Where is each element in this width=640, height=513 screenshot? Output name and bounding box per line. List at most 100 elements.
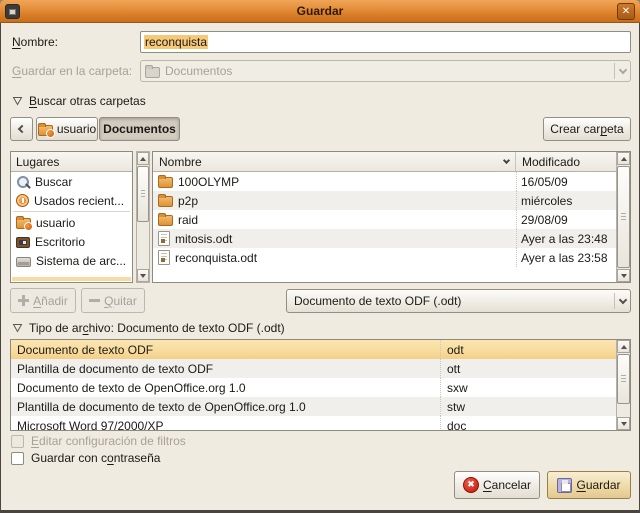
filetype-row[interactable]: Plantilla de documento de texto ODF ott <box>11 359 616 378</box>
filetype-row-selected[interactable]: Documento de texto ODF odt <box>11 340 616 359</box>
place-label: Buscar <box>35 175 72 189</box>
file-list-header: Nombre Modificado <box>153 152 616 172</box>
dialog-content: Nombre: reconquista Guardar en la carpet… <box>1 23 639 510</box>
save-dialog: Guardar ✕ Nombre: reconquista Guardar en… <box>0 0 640 513</box>
folder-icon <box>158 177 173 188</box>
file-row[interactable]: raid 29/08/09 <box>153 210 616 229</box>
file-row[interactable]: reconquista.odt Ayer a las 23:58 <box>153 248 616 267</box>
place-item-usuario[interactable]: usuario <box>11 213 132 232</box>
create-folder-button[interactable]: Crear carpeta <box>543 117 631 141</box>
file-modified: miércoles <box>516 191 616 210</box>
file-modified: Ayer a las 23:48 <box>516 229 616 248</box>
file-name: mitosis.odt <box>175 232 232 246</box>
remove-label: Quitar <box>104 294 137 308</box>
chevron-down-icon <box>619 65 627 73</box>
path-segment-label: Documentos <box>103 122 176 136</box>
window-menu-icon[interactable] <box>5 4 20 19</box>
file-row[interactable]: p2p miércoles <box>153 191 616 210</box>
search-icon <box>16 175 30 189</box>
file-row[interactable]: 100OLYMP 16/05/09 <box>153 172 616 191</box>
plus-icon <box>18 295 29 306</box>
close-icon[interactable]: ✕ <box>617 3 635 20</box>
filetype-row[interactable]: Plantilla de documento de texto de OpenO… <box>11 397 616 416</box>
column-header-nombre[interactable]: Nombre <box>153 152 516 171</box>
filetype-scrollbar[interactable] <box>616 340 630 430</box>
places-header[interactable]: Lugares <box>11 152 132 172</box>
scroll-down-icon[interactable] <box>617 269 630 282</box>
scroll-up-icon[interactable] <box>137 152 149 165</box>
cancel-button[interactable]: ✖ Cancelar <box>454 471 540 499</box>
folder-icon <box>158 215 173 226</box>
file-list-scrollbar-thumb[interactable] <box>617 166 630 268</box>
cancel-label: Cancelar <box>483 478 531 492</box>
browse-folders-expander[interactable]: Buscar otras carpetas <box>12 94 146 108</box>
filetype-ext: odt <box>440 340 616 359</box>
place-item-recientes[interactable]: Usados recient... <box>11 191 132 210</box>
save-in-folder-combo: Documentos <box>140 60 631 82</box>
file-modified: 29/08/09 <box>516 210 616 229</box>
filetype-row[interactable]: Microsoft Word 97/2000/XP doc <box>11 416 616 431</box>
combo-separator <box>614 293 615 309</box>
filetype-ext: ott <box>440 359 616 378</box>
folder-icon <box>158 196 173 207</box>
filetype-rows: Documento de texto ODF odt Plantilla de … <box>11 340 616 431</box>
place-label: Usados recient... <box>34 194 124 208</box>
chevron-down-icon <box>619 295 627 303</box>
file-name: 100OLYMP <box>178 175 239 189</box>
column-label: Nombre <box>159 155 202 169</box>
places-separator <box>13 211 130 212</box>
file-list-scrollbar[interactable] <box>616 152 630 282</box>
file-list-pane: Nombre Modificado 100OLYMP 16/05/09 p2p … <box>152 151 631 283</box>
drive-icon <box>16 257 31 267</box>
minus-icon <box>89 295 100 306</box>
filetype-name: Plantilla de documento de texto de OpenO… <box>11 400 440 414</box>
column-header-modificado[interactable]: Modificado <box>516 152 616 171</box>
titlebar[interactable]: Guardar ✕ <box>0 0 640 23</box>
file-row[interactable]: mitosis.odt Ayer a las 23:48 <box>153 229 616 248</box>
window-title: Guardar <box>297 4 344 18</box>
places-pane: Lugares Buscar Usados recient... usuario… <box>10 151 133 283</box>
filetype-name: Plantilla de documento de texto ODF <box>11 362 440 376</box>
save-button[interactable]: Guardar <box>547 471 631 499</box>
filetype-name: Microsoft Word 97/2000/XP <box>11 419 440 432</box>
scroll-up-icon[interactable] <box>617 340 630 353</box>
filename-selected-text: reconquista <box>144 35 208 49</box>
filetype-row[interactable]: Documento de texto de OpenOffice.org 1.0… <box>11 378 616 397</box>
home-folder-icon <box>38 125 53 136</box>
password-checkbox[interactable] <box>11 452 24 465</box>
filetype-scrollbar-thumb[interactable] <box>617 354 630 404</box>
place-item-sistema[interactable]: Sistema de arc... <box>11 251 132 270</box>
filetype-ext: doc <box>440 416 616 431</box>
expander-triangle-icon <box>12 323 23 333</box>
folder-icon <box>145 67 160 78</box>
filetype-ext: stw <box>440 397 616 416</box>
place-item-buscar[interactable]: Buscar <box>11 172 132 191</box>
places-header-label: Lugares <box>11 155 59 169</box>
places-scrollbar[interactable] <box>136 151 150 283</box>
format-combo[interactable]: Documento de texto ODF (.odt) <box>286 289 631 313</box>
path-segment-documentos[interactable]: Documentos <box>99 117 180 141</box>
path-segment-label: usuario <box>57 122 96 136</box>
filetype-name: Documento de texto de OpenOffice.org 1.0 <box>11 381 440 395</box>
file-modified: 16/05/09 <box>516 172 616 191</box>
path-segment-usuario[interactable]: usuario <box>36 117 98 141</box>
filetype-name: Documento de texto ODF <box>11 343 440 357</box>
browse-folders-label: Buscar otras carpetas <box>29 94 146 108</box>
scroll-down-icon[interactable] <box>137 269 149 282</box>
edit-filter-checkbox-row: Editar configuración de filtros <box>11 434 186 448</box>
edit-filter-label: Editar configuración de filtros <box>31 434 186 448</box>
password-checkbox-row[interactable]: Guardar con contraseña <box>11 451 160 465</box>
filetype-expander[interactable]: Tipo de archivo: Documento de texto ODF … <box>12 321 285 335</box>
save-in-folder-label: Guardar en la carpeta: <box>12 64 132 78</box>
place-item-escritorio[interactable]: Escritorio <box>11 232 132 251</box>
file-name: raid <box>178 213 198 227</box>
scroll-up-icon[interactable] <box>617 152 630 165</box>
floppy-save-icon <box>557 478 572 493</box>
place-label: Escritorio <box>35 235 85 249</box>
name-label: Nombre: <box>12 35 58 49</box>
path-back-button[interactable] <box>10 117 33 141</box>
places-scrollbar-thumb[interactable] <box>137 166 149 222</box>
filename-input[interactable]: reconquista <box>140 31 631 53</box>
scroll-down-icon[interactable] <box>617 417 630 430</box>
password-label: Guardar con contraseña <box>31 451 160 465</box>
